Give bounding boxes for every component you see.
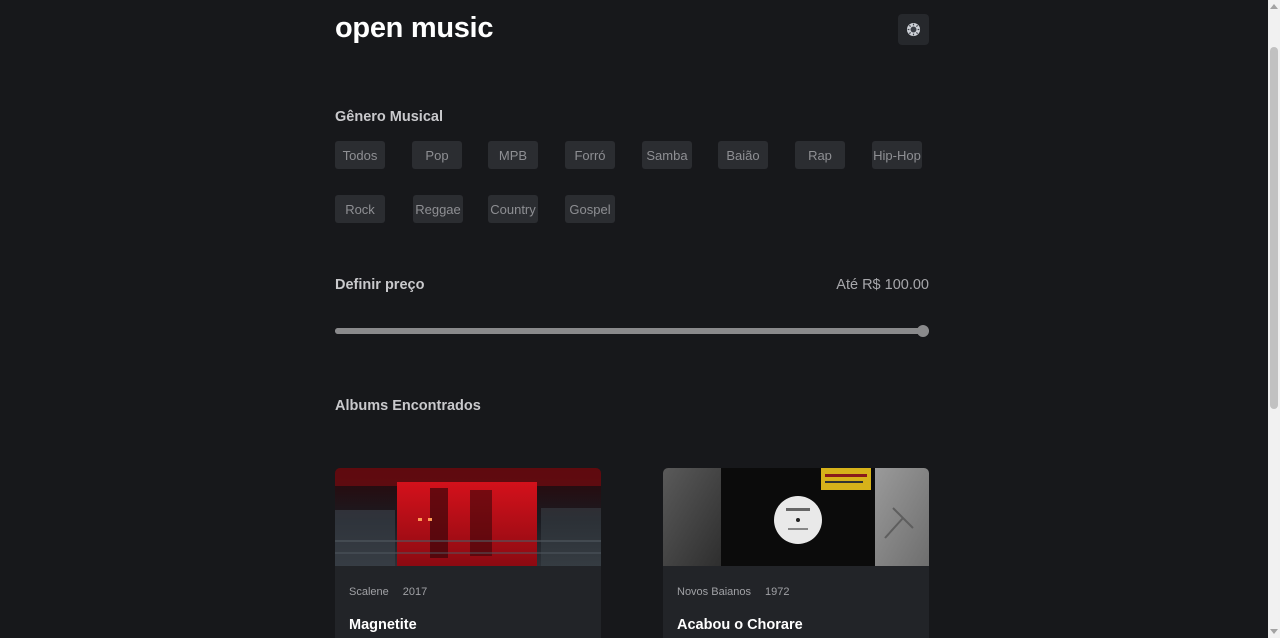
genre-chip-rock[interactable]: Rock: [335, 195, 385, 223]
album-title: Magnetite: [349, 617, 417, 633]
album-year: 2017: [402, 586, 428, 598]
album-title: Acabou o Chorare: [677, 617, 803, 633]
album-cover-image: [335, 468, 601, 566]
genre-chip-country[interactable]: Country: [488, 195, 538, 223]
genre-chip-samba[interactable]: Samba: [642, 141, 692, 169]
genre-chip-reggae[interactable]: Reggae: [413, 195, 463, 223]
genre-chip-rap[interactable]: Rap: [795, 141, 845, 169]
album-card[interactable]: Novos Baianos 1972 Acabou o Chorare: [663, 468, 929, 638]
scroll-down-arrow-icon[interactable]: [1270, 629, 1278, 634]
theme-toggle-button[interactable]: [898, 14, 929, 45]
scrollbar-thumb[interactable]: [1270, 47, 1278, 409]
album-artist: Novos Baianos: [677, 586, 751, 598]
price-value-label: Até R$ 100.00: [836, 277, 929, 293]
genre-chip-baiao[interactable]: Baião: [718, 141, 768, 169]
album-card[interactable]: Scalene 2017 Magnetite: [335, 468, 601, 638]
price-slider-fill: [335, 328, 929, 334]
price-slider-thumb[interactable]: [917, 325, 929, 337]
page: open music Gênero Musical Todos Pop MPB …: [0, 0, 1280, 638]
genre-chip-forro[interactable]: Forró: [565, 141, 615, 169]
genre-chip-todos[interactable]: Todos: [335, 141, 385, 169]
genre-chip-mpb[interactable]: MPB: [488, 141, 538, 169]
genre-section-title: Gênero Musical: [335, 109, 443, 125]
sun-icon: [906, 22, 921, 37]
price-section-title: Definir preço: [335, 277, 425, 293]
app-title: open music: [335, 12, 494, 44]
album-meta: Scalene 2017: [349, 586, 427, 598]
genre-chip-pop[interactable]: Pop: [412, 141, 462, 169]
vertical-scrollbar[interactable]: [1268, 0, 1280, 638]
header: open music: [335, 0, 929, 60]
main-container: open music Gênero Musical Todos Pop MPB …: [335, 0, 929, 638]
album-year: 1972: [765, 586, 790, 598]
album-cover-image: [663, 468, 929, 566]
scroll-up-arrow-icon[interactable]: [1270, 4, 1278, 9]
albums-section-title: Albums Encontrados: [335, 398, 481, 414]
genre-chip-hip-hop[interactable]: Hip-Hop: [872, 141, 922, 169]
price-slider[interactable]: [335, 325, 929, 337]
album-artist: Scalene: [349, 586, 389, 598]
genre-chip-gospel[interactable]: Gospel: [565, 195, 615, 223]
album-meta: Novos Baianos 1972: [677, 586, 789, 598]
